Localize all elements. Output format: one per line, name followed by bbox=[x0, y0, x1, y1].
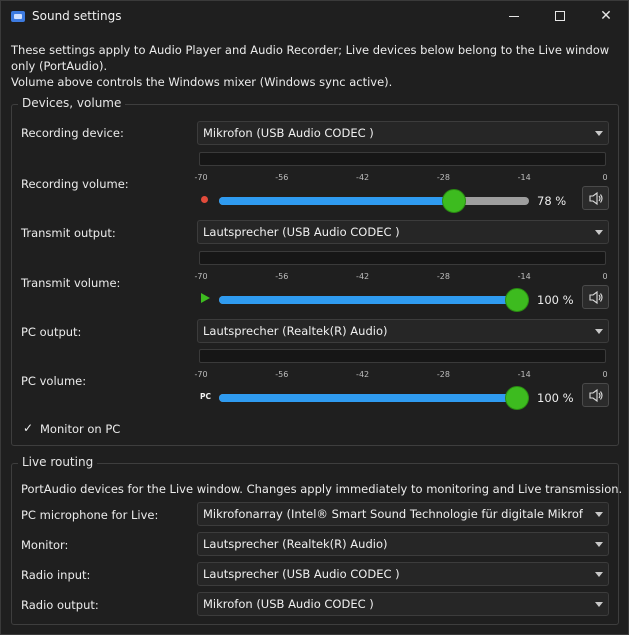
recording-device-value: Mikrofon (USB Audio CODEC ) bbox=[203, 126, 374, 140]
meter-tick-label: -70 bbox=[194, 173, 208, 182]
radio-output-select[interactable]: Mikrofon (USB Audio CODEC ) bbox=[197, 592, 609, 616]
meter-tick-label: -56 bbox=[275, 370, 289, 379]
monitor-on-pc-checkbox[interactable]: ✓ bbox=[23, 421, 33, 435]
transmit-volume-percent: 100 % bbox=[537, 293, 574, 307]
close-icon: ✕ bbox=[600, 8, 612, 24]
pc-output-select[interactable]: Lautsprecher (Realtek(R) Audio) bbox=[197, 319, 609, 343]
close-button[interactable]: ✕ bbox=[583, 1, 629, 32]
meter-tick-label: -56 bbox=[275, 272, 289, 281]
speaker-icon bbox=[589, 290, 603, 305]
transmit-output-select[interactable]: Lautsprecher (USB Audio CODEC ) bbox=[197, 220, 609, 244]
devices-group-title: Devices, volume bbox=[18, 96, 126, 110]
meter-tick-label: -28 bbox=[436, 272, 450, 281]
pc-tag: PC bbox=[200, 392, 212, 401]
recording-mute-button[interactable] bbox=[582, 186, 609, 210]
pc-microphone-label: PC microphone for Live: bbox=[21, 508, 159, 522]
meter-tick-label: -28 bbox=[436, 173, 450, 182]
chevron-down-icon bbox=[595, 602, 603, 607]
transmit-mute-button[interactable] bbox=[582, 285, 609, 309]
meter-tick-label: 0 bbox=[602, 272, 608, 281]
minimize-icon bbox=[509, 16, 519, 17]
monitor-value: Lautsprecher (Realtek(R) Audio) bbox=[203, 537, 388, 551]
chevron-down-icon bbox=[595, 512, 603, 517]
minimize-button[interactable] bbox=[491, 1, 537, 32]
live-group-title: Live routing bbox=[18, 455, 98, 469]
radio-input-value: Lautsprecher (USB Audio CODEC ) bbox=[203, 567, 400, 581]
pc-mute-button[interactable] bbox=[582, 383, 609, 407]
pc-microphone-select[interactable]: Mikrofonarray (Intel® Smart Sound Techno… bbox=[197, 502, 609, 526]
meter-tick-label: -42 bbox=[356, 173, 370, 182]
chevron-down-icon bbox=[595, 329, 603, 334]
sound-settings-window: Sound settings ✕ These settings apply to… bbox=[0, 0, 629, 635]
maximize-icon bbox=[555, 11, 565, 21]
transmit-volume-label: Transmit volume: bbox=[21, 276, 121, 290]
chevron-down-icon bbox=[595, 131, 603, 136]
recording-volume-slider[interactable] bbox=[219, 189, 529, 213]
meter-tick-label: -14 bbox=[517, 173, 531, 182]
recording-device-select[interactable]: Mikrofon (USB Audio CODEC ) bbox=[197, 121, 609, 145]
meter-tick-label: -42 bbox=[356, 370, 370, 379]
radio-input-label: Radio input: bbox=[21, 568, 91, 582]
pc-volume-label: PC volume: bbox=[21, 374, 87, 388]
recording-level-meter bbox=[199, 152, 606, 166]
meter-tick-label: -28 bbox=[436, 370, 450, 379]
slider-thumb[interactable] bbox=[505, 288, 529, 312]
recording-meter-ticks: -70 -56 -42 -28 -14 0 bbox=[194, 173, 609, 185]
meter-tick-label: -70 bbox=[194, 272, 208, 281]
maximize-button[interactable] bbox=[537, 1, 583, 32]
transmit-meter-ticks: -70 -56 -42 -28 -14 0 bbox=[194, 272, 609, 284]
monitor-select[interactable]: Lautsprecher (Realtek(R) Audio) bbox=[197, 532, 609, 556]
chevron-down-icon bbox=[595, 572, 603, 577]
speaker-icon bbox=[589, 191, 603, 206]
slider-thumb[interactable] bbox=[505, 386, 529, 410]
slider-thumb[interactable] bbox=[442, 189, 467, 213]
transmit-volume-slider[interactable] bbox=[219, 288, 529, 312]
meter-tick-label: -14 bbox=[517, 272, 531, 281]
monitor-label: Monitor: bbox=[21, 538, 69, 552]
slider-fill bbox=[219, 197, 455, 205]
pc-output-label: PC output: bbox=[21, 325, 82, 339]
meter-tick-label: -14 bbox=[517, 370, 531, 379]
meter-tick-label: -56 bbox=[275, 173, 289, 182]
pc-microphone-value: Mikrofonarray (Intel® Smart Sound Techno… bbox=[203, 507, 583, 521]
meter-tick-label: -42 bbox=[356, 272, 370, 281]
slider-fill bbox=[219, 394, 517, 402]
transmit-output-value: Lautsprecher (USB Audio CODEC ) bbox=[203, 225, 400, 239]
radio-output-value: Mikrofon (USB Audio CODEC ) bbox=[203, 597, 374, 611]
pc-volume-slider[interactable] bbox=[219, 386, 529, 410]
recording-device-label: Recording device: bbox=[21, 126, 124, 140]
pc-output-value: Lautsprecher (Realtek(R) Audio) bbox=[203, 324, 388, 338]
speaker-icon bbox=[589, 388, 603, 403]
recording-volume-percent: 78 % bbox=[537, 194, 567, 208]
pc-meter-ticks: -70 -56 -42 -28 -14 0 bbox=[194, 370, 609, 382]
chevron-down-icon bbox=[595, 230, 603, 235]
pc-level-meter bbox=[199, 349, 606, 363]
intro-line-1: These settings apply to Audio Player and… bbox=[11, 43, 610, 73]
audio-device-icon bbox=[11, 11, 25, 22]
window-title: Sound settings bbox=[32, 9, 122, 23]
meter-tick-label: 0 bbox=[602, 173, 608, 182]
chevron-down-icon bbox=[595, 542, 603, 547]
radio-output-label: Radio output: bbox=[21, 598, 99, 612]
play-icon bbox=[201, 293, 210, 303]
slider-fill bbox=[219, 296, 517, 304]
record-icon bbox=[201, 196, 208, 203]
transmit-level-meter bbox=[199, 251, 606, 265]
title-bar[interactable]: Sound settings ✕ bbox=[1, 1, 628, 32]
monitor-on-pc-label[interactable]: Monitor on PC bbox=[40, 422, 120, 436]
transmit-output-label: Transmit output: bbox=[21, 226, 116, 240]
recording-volume-label: Recording volume: bbox=[21, 177, 129, 191]
radio-input-select[interactable]: Lautsprecher (USB Audio CODEC ) bbox=[197, 562, 609, 586]
meter-tick-label: -70 bbox=[194, 370, 208, 379]
live-description: PortAudio devices for the Live window. C… bbox=[21, 482, 623, 496]
pc-volume-percent: 100 % bbox=[537, 391, 574, 405]
meter-tick-label: 0 bbox=[602, 370, 608, 379]
intro-text: These settings apply to Audio Player and… bbox=[11, 42, 611, 90]
intro-line-2: Volume above controls the Windows mixer … bbox=[11, 75, 393, 89]
